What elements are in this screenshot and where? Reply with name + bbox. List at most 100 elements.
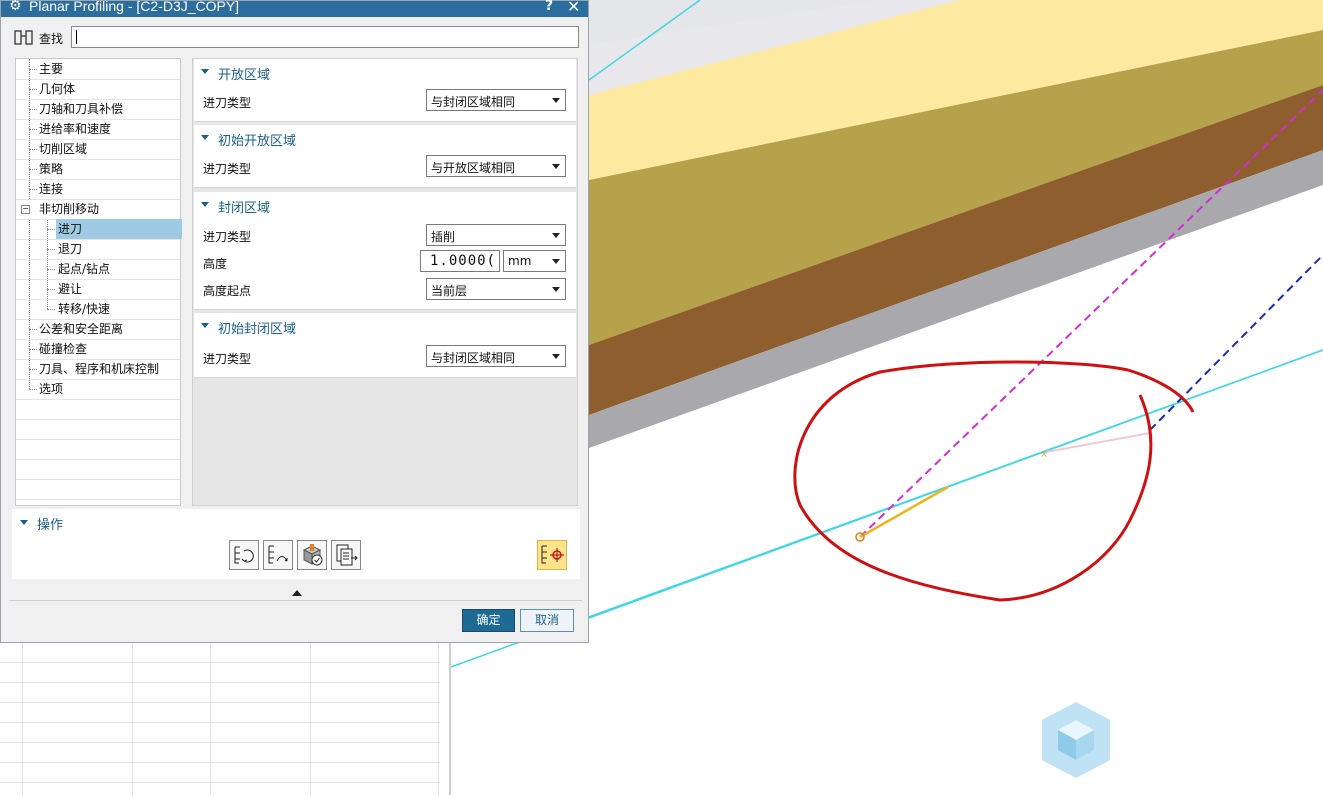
collapse-triangle-icon[interactable]	[20, 520, 28, 525]
tree-row-tool-program[interactable]: 刀具、程序和机床控制	[16, 359, 180, 380]
tree-row-tool-axis[interactable]: 刀轴和刀具补偿	[16, 99, 180, 120]
text-caret	[76, 30, 77, 44]
tree-item-tool-axis[interactable]: 刀轴和刀具补偿	[39, 99, 123, 119]
tree-row-tolerance[interactable]: 公差和安全距离	[16, 319, 180, 340]
tree-item-options[interactable]: 选项	[39, 379, 63, 399]
tree-row-options[interactable]: 选项	[16, 379, 180, 400]
tree-guide	[47, 289, 55, 290]
table-row	[0, 742, 440, 743]
height-unit-select[interactable]: mm	[503, 250, 566, 272]
tree-row-start-point[interactable]: 起点/钻点	[16, 259, 180, 280]
dropdown-arrow-icon	[552, 233, 560, 238]
cancel-button[interactable]: 取消	[520, 609, 574, 632]
table-column	[22, 640, 23, 795]
tree-item-non-cutting[interactable]: 非切削移动	[39, 199, 99, 219]
replay-icon[interactable]	[263, 540, 293, 570]
tree-guide	[29, 149, 37, 150]
expand-collapse-icon[interactable]	[292, 590, 302, 596]
group-title[interactable]: 初始封闭区域	[218, 318, 296, 337]
dropdown-arrow-icon	[552, 164, 560, 169]
closed-engage-type-select[interactable]: 插削	[426, 224, 566, 246]
engage-type-label: 进刀类型	[203, 230, 252, 244]
viewport-divider	[449, 640, 451, 795]
background-table	[0, 640, 450, 795]
tree-item-engage[interactable]: 进刀	[56, 219, 182, 239]
height-input[interactable]: 1.0000(	[420, 250, 500, 272]
table-row	[0, 722, 440, 723]
collapse-triangle-icon[interactable]	[201, 135, 209, 140]
tree-item-geometry[interactable]: 几何体	[39, 79, 75, 99]
divider	[9, 600, 582, 601]
tree-item-avoidance[interactable]: 避让	[58, 279, 82, 299]
tree-row-empty	[16, 439, 180, 460]
collapse-toggle-icon[interactable]: −	[21, 205, 30, 214]
display-glyph	[541, 545, 564, 564]
tree-row-connect[interactable]: 连接	[16, 179, 180, 200]
tree-row-collision[interactable]: 碰撞检查	[16, 339, 180, 360]
engage-type-label: 进刀类型	[203, 352, 252, 366]
display-icon[interactable]	[537, 540, 567, 570]
ok-button[interactable]: 确定	[462, 609, 515, 632]
generate-icon[interactable]	[229, 540, 259, 570]
dialog-title: Planar Profiling - [C2-D3J_COPY]	[29, 0, 240, 14]
verify-icon[interactable]	[297, 540, 327, 570]
height-value: 1.0000(	[429, 253, 496, 269]
close-button[interactable]: ✕	[567, 0, 580, 16]
initial-closed-engage-type-select[interactable]: 与封闭区域相同	[426, 345, 566, 367]
open-engage-type-select[interactable]: 与封闭区域相同	[426, 89, 566, 111]
tree-guide	[29, 329, 37, 330]
tree-row-retract[interactable]: 退刀	[16, 239, 180, 260]
tree-row-transfer[interactable]: 转移/快速	[16, 299, 180, 320]
initial-open-engage-type-select[interactable]: 与开放区域相同	[426, 155, 566, 177]
group-title[interactable]: 封闭区域	[218, 197, 270, 216]
table-row	[0, 662, 440, 663]
tree-item-tolerance[interactable]: 公差和安全距离	[39, 319, 123, 339]
tree-item-tool-program[interactable]: 刀具、程序和机床控制	[39, 359, 159, 379]
tree-item-transfer[interactable]: 转移/快速	[58, 299, 110, 319]
tree-row-non-cutting[interactable]: − 非切削移动	[16, 199, 180, 220]
tree-row-geometry[interactable]: 几何体	[16, 79, 180, 100]
navigation-tree: 主要 几何体 刀轴和刀具补偿 进给率和速度 切削区域 策略 连接 − 非切削移动	[15, 58, 182, 506]
tree-row-strategy[interactable]: 策略	[16, 159, 180, 180]
table-row	[0, 682, 440, 683]
collapse-triangle-icon[interactable]	[201, 202, 209, 207]
table-column	[310, 640, 311, 795]
select-value: 与封闭区域相同	[431, 95, 516, 109]
group-title[interactable]: 初始开放区域	[218, 130, 296, 149]
table-row	[0, 782, 440, 783]
tree-item-feeds[interactable]: 进给率和速度	[39, 119, 111, 139]
height-from-select[interactable]: 当前层	[426, 278, 566, 300]
collapse-triangle-icon[interactable]	[201, 69, 209, 74]
list-glyph	[336, 544, 358, 566]
tree-row-main[interactable]: 主要	[16, 59, 180, 80]
tree-item-connect[interactable]: 连接	[39, 179, 63, 199]
collapse-triangle-icon[interactable]	[201, 323, 209, 328]
generate-glyph	[234, 546, 254, 564]
gear-icon: ⚙	[9, 0, 22, 14]
tree-item-strategy[interactable]: 策略	[39, 159, 63, 179]
tree-item-collision[interactable]: 碰撞检查	[39, 339, 87, 359]
select-value: 与开放区域相同	[431, 161, 516, 175]
tree-row-engage[interactable]: 进刀	[16, 219, 182, 240]
tree-item-start-point[interactable]: 起点/钻点	[58, 259, 110, 279]
height-from-label: 高度起点	[203, 284, 252, 298]
initial-open-area-group: 初始开放区域 进刀类型 与开放区域相同	[194, 125, 576, 188]
tree-row-feeds[interactable]: 进给率和速度	[16, 119, 180, 140]
search-input[interactable]	[71, 26, 579, 48]
help-button[interactable]: ?	[545, 0, 553, 14]
replay-glyph	[268, 545, 288, 564]
select-value: 插削	[431, 230, 456, 244]
tree-row-empty	[16, 399, 180, 420]
tree-guide	[29, 369, 37, 370]
tree-item-cut-region[interactable]: 切削区域	[39, 139, 87, 159]
dropdown-arrow-icon	[552, 354, 560, 359]
tree-row-cut-region[interactable]: 切削区域	[16, 139, 180, 160]
title-bar[interactable]: ⚙ Planar Profiling - [C2-D3J_COPY] ? ✕	[1, 0, 588, 17]
list-icon[interactable]	[331, 540, 361, 570]
tree-item-main[interactable]: 主要	[39, 59, 63, 79]
tree-item-retract[interactable]: 退刀	[58, 239, 82, 259]
group-title[interactable]: 开放区域	[218, 64, 270, 83]
operations-title[interactable]: 操作	[37, 514, 63, 533]
parameters-panel: 开放区域 进刀类型 与封闭区域相同 初始开放区域 进刀类型 与开放区域相同 封闭…	[192, 58, 578, 506]
tree-row-avoidance[interactable]: 避让	[16, 279, 180, 300]
